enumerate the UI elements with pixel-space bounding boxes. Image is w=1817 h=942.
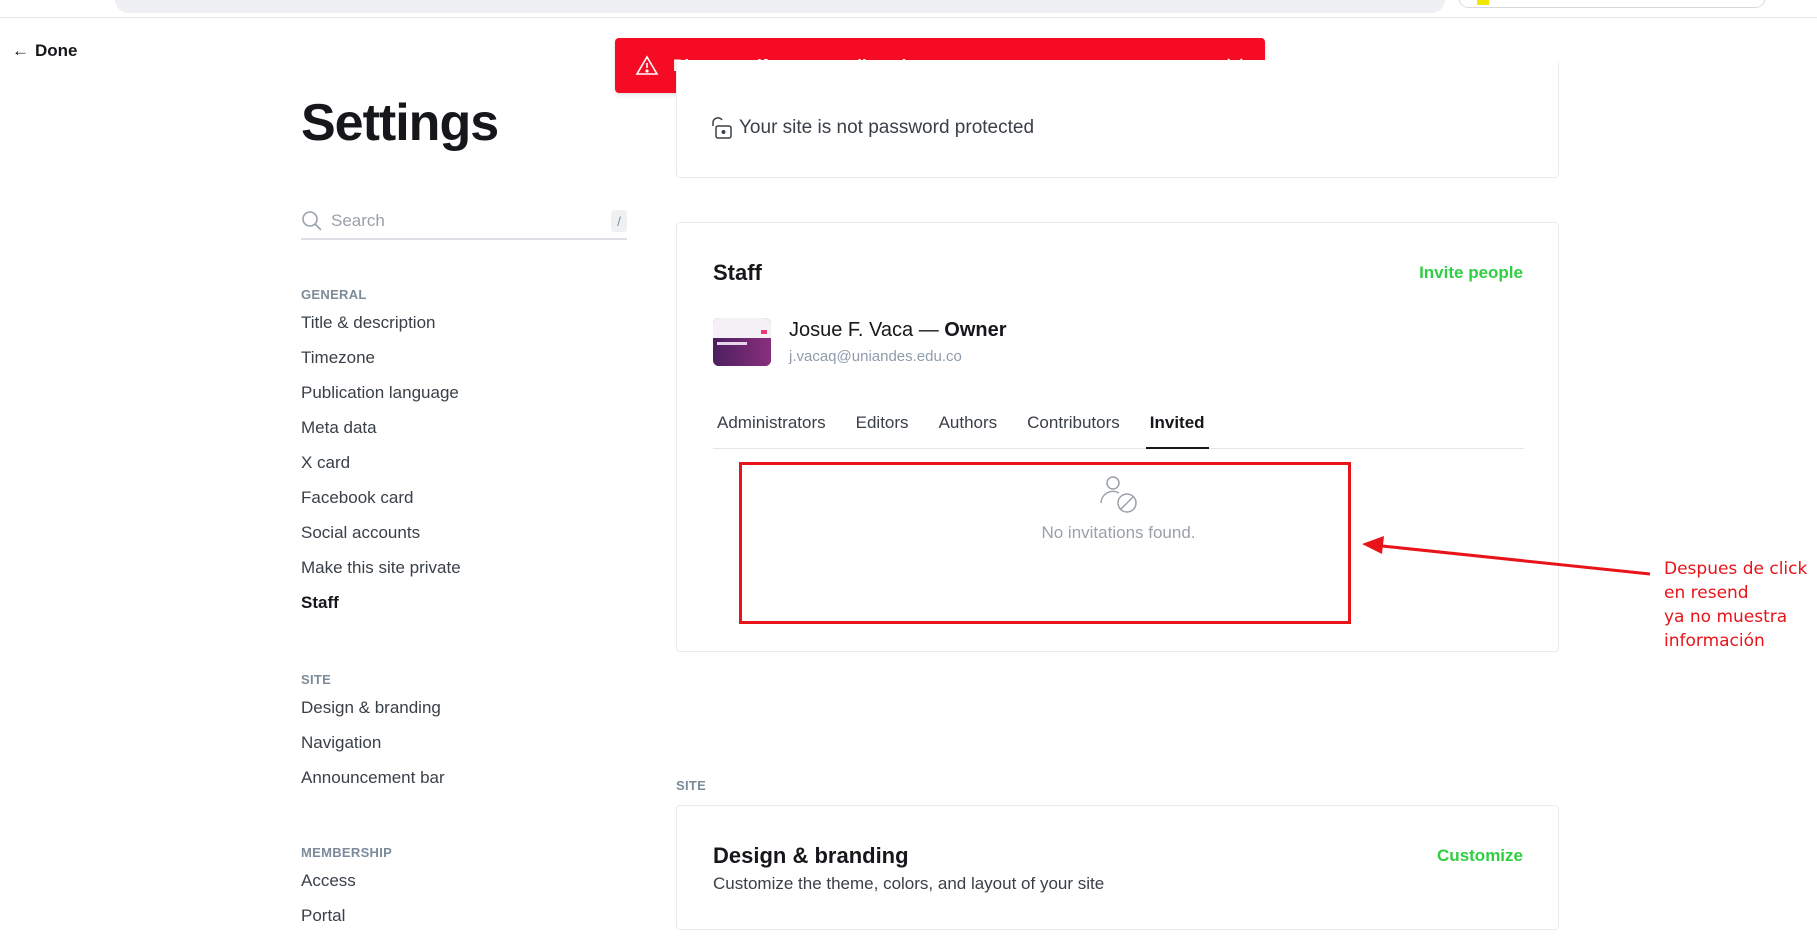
owner-separator: — xyxy=(913,319,945,341)
extension-icon[interactable] xyxy=(1477,0,1489,5)
extensions-area[interactable] xyxy=(1458,0,1766,8)
annotation-arrow-icon xyxy=(1362,536,1651,576)
unlock-icon xyxy=(711,116,733,140)
sidebar-item-staff[interactable]: Staff xyxy=(301,591,461,626)
nav-heading: GENERAL xyxy=(301,287,367,302)
nav-heading: SITE xyxy=(301,672,332,687)
design-branding-title: Design & branding xyxy=(713,843,909,868)
sidebar-item-access[interactable]: Access xyxy=(301,869,392,904)
arrow-left-icon: ← xyxy=(12,41,29,60)
owner-name: Josue F. Vaca xyxy=(789,319,914,341)
tab-authors[interactable]: Authors xyxy=(935,401,1002,449)
privacy-status-text: Your site is not password protected xyxy=(739,117,1035,138)
nav-group-general: GENERAL Title & description Timezone Pub… xyxy=(301,287,461,626)
search-input[interactable] xyxy=(331,211,611,231)
tab-invited[interactable]: Invited xyxy=(1145,401,1209,449)
sidebar-item-announcement-bar[interactable]: Announcement bar xyxy=(301,766,445,801)
sidebar-item-social-accounts[interactable]: Social accounts xyxy=(301,521,461,556)
page-title: Settings xyxy=(301,94,499,152)
annotation-note: Despues de click en resend ya no muestra… xyxy=(1664,557,1807,653)
sidebar-item-facebook-card[interactable]: Facebook card xyxy=(301,486,461,521)
annotation-line: ya no muestra xyxy=(1664,607,1788,627)
search-shortcut-badge: / xyxy=(611,210,627,232)
sidebar-item-publication-language[interactable]: Publication language xyxy=(301,381,461,416)
annotation-highlight-box xyxy=(739,462,1351,624)
design-branding-card: Design & branding Customize the theme, c… xyxy=(676,805,1559,930)
done-label: Done xyxy=(35,41,78,60)
privacy-card: Your site is not password protected xyxy=(676,60,1559,178)
warning-icon xyxy=(635,54,659,78)
sidebar-item-x-card[interactable]: X card xyxy=(301,451,461,486)
staff-tabs: Administrators Editors Authors Contribut… xyxy=(713,401,1524,449)
sidebar-item-make-site-private[interactable]: Make this site private xyxy=(301,556,461,591)
sidebar-item-portal[interactable]: Portal xyxy=(301,904,392,939)
settings-search[interactable]: / xyxy=(301,204,627,240)
sidebar-item-timezone[interactable]: Timezone xyxy=(301,346,461,381)
owner-name-line: Josue F. Vaca — Owner xyxy=(789,319,1007,342)
owner-role: Owner xyxy=(944,319,1007,341)
browser-toolbar xyxy=(0,0,1817,18)
sidebar-item-title-description[interactable]: Title & description xyxy=(301,311,461,346)
owner-email: j.vacaq@uniandes.edu.co xyxy=(789,348,962,365)
nav-group-site: SITE Design & branding Navigation Announ… xyxy=(301,672,445,801)
address-bar[interactable] xyxy=(115,0,1445,13)
section-heading-site: SITE xyxy=(676,778,707,793)
annotation-line: en resend xyxy=(1664,583,1749,603)
avatar xyxy=(713,318,771,366)
privacy-status: Your site is not password protected xyxy=(711,116,1034,140)
done-button[interactable]: ← Done xyxy=(12,41,78,61)
nav-heading: MEMBERSHIP xyxy=(301,845,393,860)
invite-people-button[interactable]: Invite people xyxy=(1419,263,1523,283)
nav-group-membership: MEMBERSHIP Access Portal xyxy=(301,845,392,939)
customize-button[interactable]: Customize xyxy=(1437,846,1523,866)
sidebar-item-navigation[interactable]: Navigation xyxy=(301,731,445,766)
annotation-line: Despues de click xyxy=(1664,559,1808,579)
tab-administrators[interactable]: Administrators xyxy=(713,401,830,449)
design-branding-description: Customize the theme, colors, and layout … xyxy=(713,874,1105,893)
staff-title: Staff xyxy=(713,260,762,285)
sidebar-item-design-branding[interactable]: Design & branding xyxy=(301,696,445,731)
owner-row[interactable]: Josue F. Vaca — Owner j.vacaq@uniandes.e… xyxy=(713,318,1007,366)
tab-editors[interactable]: Editors xyxy=(852,401,913,449)
search-icon xyxy=(301,210,323,232)
tab-contributors[interactable]: Contributors xyxy=(1023,401,1124,449)
sidebar-item-meta-data[interactable]: Meta data xyxy=(301,416,461,451)
annotation-line: información xyxy=(1664,631,1765,651)
